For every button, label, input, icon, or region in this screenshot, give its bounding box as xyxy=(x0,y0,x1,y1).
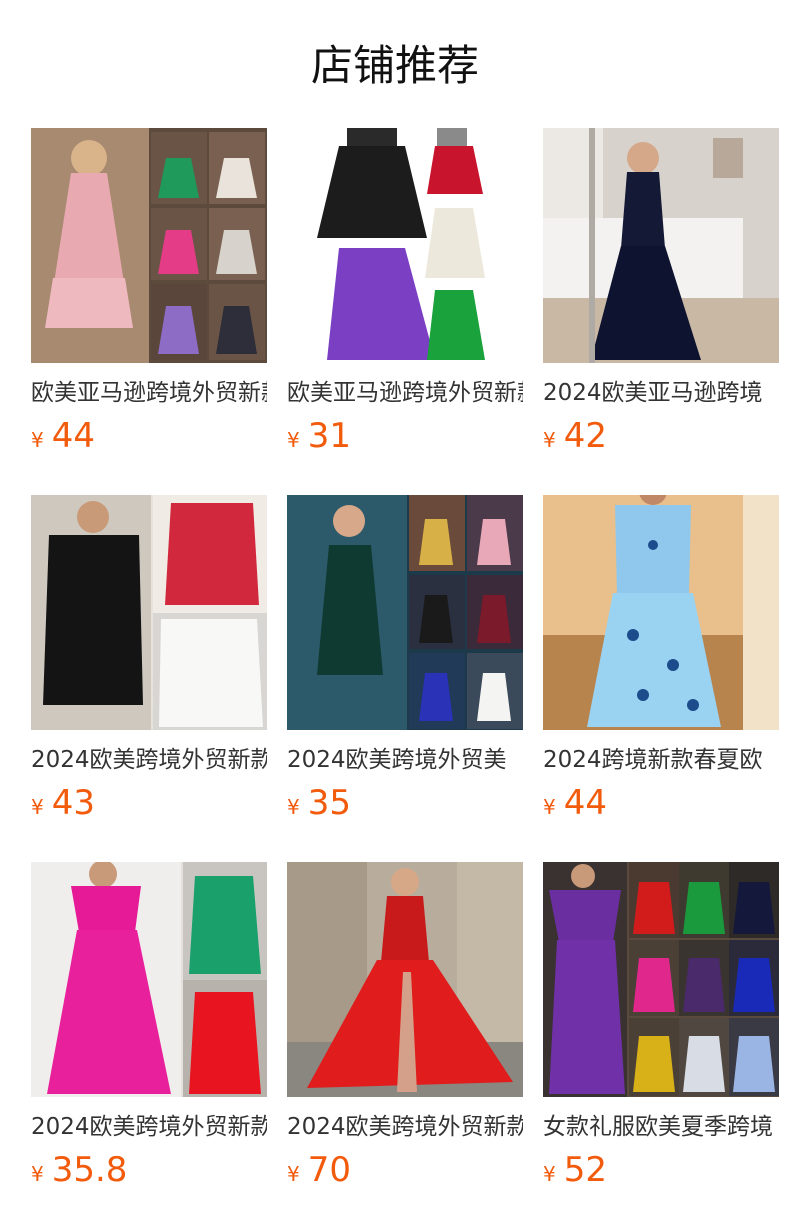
product-image[interactable] xyxy=(31,128,267,363)
section-title: 店铺推荐 xyxy=(310,41,479,90)
product-card[interactable]: 欧美亚马逊跨境外贸新款 ¥31 xyxy=(287,128,523,458)
product-price: ¥42 xyxy=(543,414,607,458)
product-card[interactable]: 欧美亚马逊跨境外贸新款 ¥44 xyxy=(31,128,267,458)
product-price: ¥35 xyxy=(287,781,351,825)
currency-symbol: ¥ xyxy=(287,428,300,452)
currency-symbol: ¥ xyxy=(543,795,556,819)
product-image[interactable] xyxy=(543,495,779,730)
currency-symbol: ¥ xyxy=(543,1162,556,1186)
product-card[interactable]: 2024欧美跨境外贸新款 ¥43 xyxy=(31,495,267,825)
price-value: 42 xyxy=(563,416,607,456)
product-price: ¥31 xyxy=(287,414,351,458)
product-title[interactable]: 2024欧美跨境外贸新款 xyxy=(31,743,267,777)
product-image[interactable] xyxy=(287,862,523,1097)
price-value: 35 xyxy=(307,783,351,823)
product-card[interactable]: 女款礼服欧美夏季跨境 ¥52 xyxy=(543,862,779,1192)
product-price: ¥43 xyxy=(31,781,95,825)
currency-symbol: ¥ xyxy=(31,1162,44,1186)
product-title[interactable]: 2024欧美亚马逊跨境 xyxy=(543,376,779,410)
product-title[interactable]: 2024欧美跨境外贸美 xyxy=(287,743,523,777)
price-value: 43 xyxy=(51,783,95,823)
price-value: 31 xyxy=(307,416,351,456)
product-card[interactable]: 2024欧美跨境外贸新款 ¥70 xyxy=(287,862,523,1192)
product-title[interactable]: 2024跨境新款春夏欧 xyxy=(543,743,779,777)
price-value: 70 xyxy=(307,1150,351,1190)
currency-symbol: ¥ xyxy=(287,795,300,819)
price-value: 35.8 xyxy=(51,1150,128,1190)
product-image[interactable] xyxy=(287,495,523,730)
product-price: ¥35.8 xyxy=(31,1148,127,1192)
product-title[interactable]: 欧美亚马逊跨境外贸新款 xyxy=(287,376,523,410)
product-price: ¥44 xyxy=(543,781,607,825)
product-image[interactable] xyxy=(543,128,779,363)
product-image[interactable] xyxy=(31,495,267,730)
product-card[interactable]: 2024欧美跨境外贸美 ¥35 xyxy=(287,495,523,825)
product-title[interactable]: 女款礼服欧美夏季跨境 xyxy=(543,1110,779,1144)
product-card[interactable]: 2024欧美亚马逊跨境 ¥42 xyxy=(543,128,779,458)
product-image[interactable] xyxy=(31,862,267,1097)
product-title[interactable]: 2024欧美跨境外贸新款 xyxy=(287,1110,523,1144)
product-price: ¥44 xyxy=(31,414,95,458)
currency-symbol: ¥ xyxy=(287,1162,300,1186)
currency-symbol: ¥ xyxy=(31,795,44,819)
price-value: 52 xyxy=(563,1150,607,1190)
product-title[interactable]: 2024欧美跨境外贸新款 xyxy=(31,1110,267,1144)
price-value: 44 xyxy=(51,416,95,456)
product-card[interactable]: 2024欧美跨境外贸新款 ¥35.8 xyxy=(31,862,267,1192)
product-title[interactable]: 欧美亚马逊跨境外贸新款 xyxy=(31,376,267,410)
price-value: 44 xyxy=(563,783,607,823)
currency-symbol: ¥ xyxy=(543,428,556,452)
product-image[interactable] xyxy=(287,128,523,363)
product-image[interactable] xyxy=(543,862,779,1097)
product-price: ¥52 xyxy=(543,1148,607,1192)
product-card[interactable]: 2024跨境新款春夏欧 ¥44 xyxy=(543,495,779,825)
currency-symbol: ¥ xyxy=(31,428,44,452)
product-price: ¥70 xyxy=(287,1148,351,1192)
